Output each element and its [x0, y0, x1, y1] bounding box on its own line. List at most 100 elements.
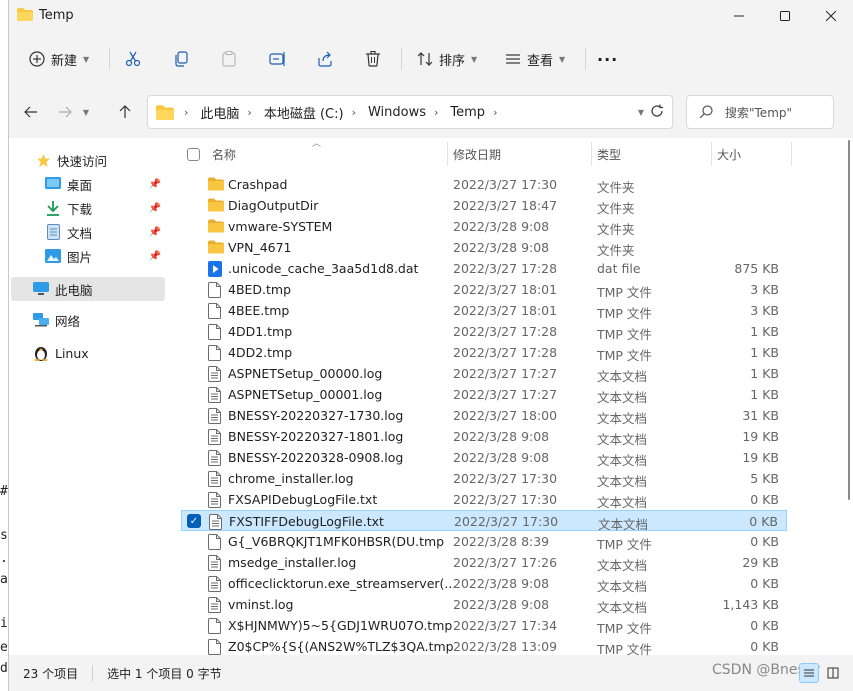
nav-label: 桌面: [67, 177, 93, 193]
file-row[interactable]: X$HJNMWY)5~5{GDJ1WRU07O.tmp 2022/3/27 17:…: [181, 615, 787, 636]
file-row[interactable]: ✓ FXSTIFFDebugLogFile.txt 2022/3/27 17:30 文…: [181, 510, 787, 532]
background-char: #: [0, 484, 8, 499]
file-row[interactable]: VPN_4671 2022/3/28 9:08 文件夹: [181, 237, 787, 258]
file-date: 2022/3/27 17:30: [454, 514, 559, 529]
sort-button[interactable]: 排序 ▼: [417, 44, 477, 74]
column-divider[interactable]: [711, 142, 712, 166]
nav-item-downloads[interactable]: 下载 📌: [11, 196, 165, 220]
file-row[interactable]: ASPNETSetup_00000.log 2022/3/27 17:27 文本文档…: [181, 363, 787, 384]
file-row[interactable]: Crashpad 2022/3/27 17:30 文件夹: [181, 174, 787, 195]
file-row[interactable]: 4BEE.tmp 2022/3/27 18:01 TMP 文件 3 KB: [181, 300, 787, 321]
file-row[interactable]: BNESSY-20220327-1801.log 2022/3/28 9:08 文本…: [181, 426, 787, 447]
text-file-icon: [208, 366, 224, 382]
title-bar[interactable]: Temp: [9, 0, 853, 32]
file-row[interactable]: ASPNETSetup_00001.log 2022/3/27 17:27 文本文档…: [181, 384, 787, 405]
file-row[interactable]: vminst.log 2022/3/28 9:08 文本文档 1,143 KB: [181, 594, 787, 615]
file-name: msedge_installer.log: [228, 555, 357, 570]
breadcrumb-item[interactable]: 此电脑: [200, 103, 239, 122]
search-input[interactable]: 搜索"Temp": [686, 95, 834, 129]
file-row[interactable]: DiagOutputDir 2022/3/27 18:47 文件夹: [181, 195, 787, 216]
media-file-icon: [208, 261, 224, 277]
file-row[interactable]: G{_V6BRQKJT1MFK0HBSR(DU.tmp 2022/3/28 8:3…: [181, 531, 787, 552]
column-divider[interactable]: [447, 142, 448, 166]
nav-item-quick-access[interactable]: 快速访问: [11, 148, 165, 172]
file-row[interactable]: vmware-SYSTEM 2022/3/28 9:08 文件夹: [181, 216, 787, 237]
text-file-icon: [208, 387, 224, 403]
file-date: 2022/3/27 18:00: [453, 408, 558, 423]
column-header-size[interactable]: 大小: [717, 138, 787, 170]
file-row[interactable]: 4DD1.tmp 2022/3/27 17:28 TMP 文件 1 KB: [181, 321, 787, 342]
file-row[interactable]: FXSAPIDebugLogFile.txt 2022/3/27 17:30 文本文…: [181, 489, 787, 510]
column-header-name[interactable]: 名称 ︿: [181, 138, 445, 170]
file-row[interactable]: officeclicktorun.exe_streamserver(... 202…: [181, 573, 787, 594]
file-size: 19 KB: [742, 450, 779, 465]
row-checkbox[interactable]: ✓: [187, 514, 201, 528]
column-label: 名称: [212, 147, 237, 162]
file-size: 5 KB: [750, 471, 779, 486]
file-row[interactable]: .unicode_cache_3aa5d1d8.dat 2022/3/27 17:…: [181, 258, 787, 279]
new-button[interactable]: 新建 ▼: [29, 44, 89, 74]
file-size: 0 KB: [750, 576, 779, 591]
breadcrumb-item[interactable]: Temp: [450, 105, 485, 120]
refresh-button[interactable]: [650, 104, 664, 121]
maximize-button[interactable]: [762, 0, 808, 32]
paste-button[interactable]: [221, 44, 237, 74]
breadcrumb-item[interactable]: Windows: [368, 105, 426, 120]
up-button[interactable]: [113, 100, 137, 124]
search-placeholder: 搜索"Temp": [725, 105, 793, 120]
file-date: 2022/3/28 9:08: [453, 450, 550, 465]
file-type: TMP 文件: [597, 327, 652, 342]
delete-button[interactable]: [365, 44, 381, 74]
copy-button[interactable]: [173, 44, 189, 74]
file-name: VPN_4671: [228, 240, 292, 255]
address-bar[interactable]: › 此电脑 › 本地磁盘 (C:) › Windows › Temp › ▼: [147, 95, 673, 129]
chevron-down-icon: ▼: [82, 107, 90, 117]
nav-item-desktop[interactable]: 桌面 📌: [11, 172, 165, 196]
folder-icon: [156, 104, 174, 120]
file-name: 4BEE.tmp: [228, 303, 290, 318]
tiles-view-button[interactable]: [823, 663, 843, 683]
background-char: s: [0, 528, 8, 543]
cut-button[interactable]: [125, 44, 141, 74]
scrollbar[interactable]: [847, 140, 851, 640]
nav-item-linux[interactable]: Linux: [11, 341, 165, 365]
file-row[interactable]: BNESSY-20220327-1730.log 2022/3/27 18:00 文…: [181, 405, 787, 426]
column-divider[interactable]: [791, 142, 792, 166]
rename-button[interactable]: [269, 44, 287, 74]
address-dropdown-button[interactable]: ▼: [638, 104, 644, 118]
share-button[interactable]: [317, 44, 333, 74]
file-row[interactable]: 4DD2.tmp 2022/3/27 17:28 TMP 文件 1 KB: [181, 342, 787, 363]
file-row[interactable]: msedge_installer.log 2022/3/27 17:26 文本文档 2…: [181, 552, 787, 573]
nav-item-documents[interactable]: 文档 📌: [11, 220, 165, 244]
file-icon: [208, 324, 224, 340]
column-header-date[interactable]: 修改日期: [453, 138, 589, 170]
nav-item-pictures[interactable]: 图片 📌: [11, 244, 165, 268]
text-file-icon: [208, 408, 224, 424]
file-size: 3 KB: [750, 303, 779, 318]
folder-icon: [17, 8, 33, 21]
file-type: 文本文档: [597, 558, 648, 573]
more-options-button[interactable]: ···: [597, 44, 618, 74]
nav-item-this-pc[interactable]: 此电脑: [11, 277, 165, 301]
details-view-button[interactable]: [799, 663, 819, 683]
close-button[interactable]: [808, 0, 853, 32]
column-divider[interactable]: [591, 142, 592, 166]
file-name: Z0$CP%{S{(ANS2W%TLZ$3QA.tmp: [228, 639, 454, 654]
nav-item-network[interactable]: 网络: [11, 308, 165, 332]
file-row[interactable]: 4BED.tmp 2022/3/27 18:01 TMP 文件 3 KB: [181, 279, 787, 300]
file-row[interactable]: Z0$CP%{S{(ANS2W%TLZ$3QA.tmp 2022/3/28 13:…: [181, 636, 787, 657]
window-title: Temp: [39, 8, 74, 23]
column-header-type[interactable]: 类型: [597, 138, 709, 170]
recent-locations-button[interactable]: ▼: [79, 100, 93, 124]
view-button[interactable]: 查看 ▼: [505, 44, 565, 74]
pin-icon: 📌: [148, 226, 161, 238]
file-row[interactable]: BNESSY-20220328-0908.log 2022/3/28 9:08 文本…: [181, 447, 787, 468]
file-size: 0 KB: [750, 639, 779, 654]
forward-button[interactable]: [53, 100, 77, 124]
select-all-checkbox[interactable]: [187, 147, 200, 161]
breadcrumb-item[interactable]: 本地磁盘 (C:): [264, 103, 344, 122]
file-type: 文本文档: [597, 600, 648, 615]
minimize-button[interactable]: [716, 0, 762, 32]
file-row[interactable]: chrome_installer.log 2022/3/27 17:30 文本文档 5…: [181, 468, 787, 489]
back-button[interactable]: [19, 100, 43, 124]
